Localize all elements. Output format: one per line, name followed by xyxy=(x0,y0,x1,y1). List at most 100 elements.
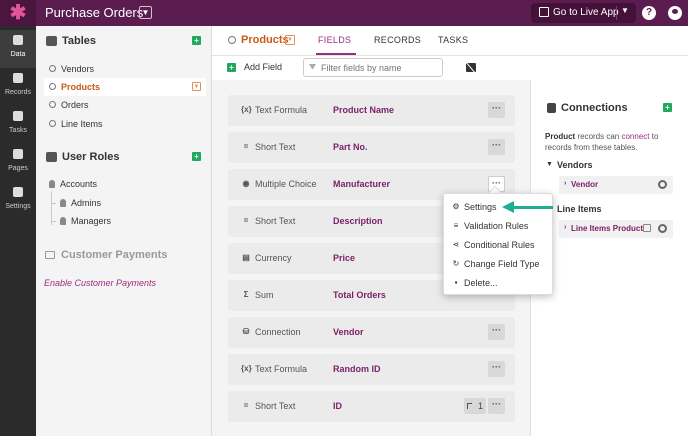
role-item-managers[interactable]: Managers xyxy=(60,216,112,226)
person-icon xyxy=(60,217,66,225)
menu-item-label: Settings xyxy=(464,202,497,212)
chevron-right-icon: › xyxy=(564,224,567,231)
user-roles-heading: User Roles xyxy=(62,151,120,163)
connection-group-label: Vendors xyxy=(557,160,593,170)
role-item-accounts[interactable]: Accounts xyxy=(49,179,98,189)
menu-item-validation-rules[interactable]: ≡ Validation Rules xyxy=(444,217,554,236)
role-label: Admins xyxy=(71,198,102,208)
tab-tasks[interactable]: TASKS xyxy=(438,35,468,45)
connection-group-line-items[interactable]: Line Items xyxy=(547,204,602,214)
menu-item-label: Validation Rules xyxy=(464,221,529,231)
connect-link[interactable]: connect xyxy=(621,132,649,141)
field-name: Manufacturer xyxy=(333,179,391,189)
sum-icon: Σ xyxy=(243,290,249,299)
connection-item-line-items-product[interactable]: › Line Items Product xyxy=(559,220,673,238)
hide-fields-icon[interactable] xyxy=(466,63,476,72)
table-item-label: Vendors xyxy=(61,64,95,74)
table-item-vendors[interactable]: Vendors xyxy=(44,60,206,78)
nav-label: Records xyxy=(4,89,32,96)
tab-fields[interactable]: FIELDS xyxy=(318,35,351,45)
app-menu-chevron-icon[interactable]: ▼ xyxy=(139,6,152,19)
field-row[interactable]: = Short Text Part No. ··· xyxy=(228,132,515,163)
nav-records[interactable]: Records xyxy=(0,68,36,106)
annotation-arrow-icon xyxy=(502,201,514,213)
add-connection-button[interactable]: + xyxy=(663,103,672,112)
field-row[interactable]: {x} Text Formula Product Name ··· xyxy=(228,95,515,126)
go-to-live-app-button[interactable]: Go to Live App ▼ xyxy=(531,3,636,23)
role-label: Accounts xyxy=(60,179,98,189)
filter-icon xyxy=(309,64,316,70)
table-item-label: Line Items xyxy=(61,119,103,129)
menu-item-change-field-type[interactable]: ↻ Change Field Type xyxy=(444,255,554,274)
field-row[interactable]: = Short Text ID 1 ··· xyxy=(228,391,515,422)
app-title: Purchase Orders xyxy=(45,5,144,20)
field-type: Currency xyxy=(255,253,292,263)
more-options-button[interactable]: ··· xyxy=(488,102,505,118)
nav-data[interactable]: Data xyxy=(0,30,36,68)
field-name: Product Name xyxy=(333,105,395,115)
add-user-role-button[interactable]: + xyxy=(192,152,201,161)
nav-label: Settings xyxy=(5,203,31,210)
connections-icon xyxy=(547,103,556,113)
tables-icon xyxy=(46,36,57,46)
table-item-line-items[interactable]: Line Items xyxy=(44,115,206,133)
more-options-button[interactable]: ··· xyxy=(488,361,505,377)
more-options-button[interactable]: ··· xyxy=(488,139,505,155)
tree-tick xyxy=(51,203,56,204)
gear-icon xyxy=(13,187,23,197)
enable-customer-payments-link[interactable]: Enable Customer Payments xyxy=(44,278,156,288)
nav-pages[interactable]: Pages xyxy=(0,144,36,182)
chevron-down-icon[interactable]: ▼ xyxy=(621,6,629,15)
chevron-down-icon[interactable]: ▼ xyxy=(285,35,295,45)
filter-fields-input[interactable] xyxy=(303,58,443,77)
table-icon xyxy=(228,36,236,44)
branch-icon: ⋖ xyxy=(452,240,460,249)
text-formula-icon: {x} xyxy=(241,364,252,373)
more-options-button[interactable]: ··· xyxy=(488,398,505,414)
plus-icon[interactable]: + xyxy=(227,63,236,72)
multiple-choice-icon: ◉ xyxy=(242,179,250,188)
nav-tasks[interactable]: Tasks xyxy=(0,106,36,144)
open-link-icon[interactable] xyxy=(643,224,651,232)
records-icon xyxy=(13,73,23,83)
field-type: Connection xyxy=(255,327,301,337)
connection-item-label: Vendor xyxy=(571,180,599,189)
connection-item-vendor[interactable]: › Vendor xyxy=(559,176,673,194)
table-item-products[interactable]: Products ▼ xyxy=(44,78,206,96)
menu-item-label: Delete... xyxy=(464,278,498,288)
menu-item-delete[interactable]: ▪ Delete... xyxy=(444,274,554,293)
help-icon[interactable]: ? xyxy=(642,6,656,20)
chevron-down-icon[interactable]: ▼ xyxy=(192,82,201,91)
role-label: Managers xyxy=(71,216,112,226)
person-icon xyxy=(49,180,55,188)
field-type: Text Formula xyxy=(255,364,308,374)
gear-icon[interactable] xyxy=(658,224,667,233)
user-account-icon[interactable] xyxy=(668,6,682,20)
connection-count-badge[interactable]: 1 xyxy=(464,398,486,414)
left-nav: Data Records Tasks Pages Settings xyxy=(0,26,36,436)
add-field-button[interactable]: Add Field xyxy=(244,62,282,72)
user-roles-icon xyxy=(46,152,57,162)
field-row[interactable]: {x} Text Formula Random ID ··· xyxy=(228,354,515,385)
person-icon xyxy=(60,199,66,207)
short-text-icon: = xyxy=(243,142,249,151)
menu-item-conditional-rules[interactable]: ⋖ Conditional Rules xyxy=(444,236,554,255)
tab-records[interactable]: RECORDS xyxy=(374,35,421,45)
table-item-orders[interactable]: Orders xyxy=(44,96,206,114)
tree-line xyxy=(51,191,52,225)
more-options-button[interactable]: ··· xyxy=(488,324,505,340)
connection-group-vendors[interactable]: ▼ Vendors xyxy=(546,160,593,170)
customer-payments-heading: Customer Payments xyxy=(61,249,168,261)
desc-table: Product xyxy=(545,132,576,141)
currency-icon: ▤ xyxy=(242,253,250,262)
table-item-label: Orders xyxy=(61,100,89,110)
role-item-admins[interactable]: Admins xyxy=(60,198,102,208)
add-table-button[interactable]: + xyxy=(192,36,201,45)
app-logo-icon[interactable]: ✱ xyxy=(0,0,36,26)
desc-text: records can xyxy=(575,132,622,141)
field-row[interactable]: ⛁ Connection Vendor ··· xyxy=(228,317,515,348)
fields-toolbar: + Add Field xyxy=(212,56,530,80)
gear-icon[interactable] xyxy=(658,180,667,189)
gear-icon: ⚙ xyxy=(452,202,460,211)
nav-settings[interactable]: Settings xyxy=(0,182,36,220)
